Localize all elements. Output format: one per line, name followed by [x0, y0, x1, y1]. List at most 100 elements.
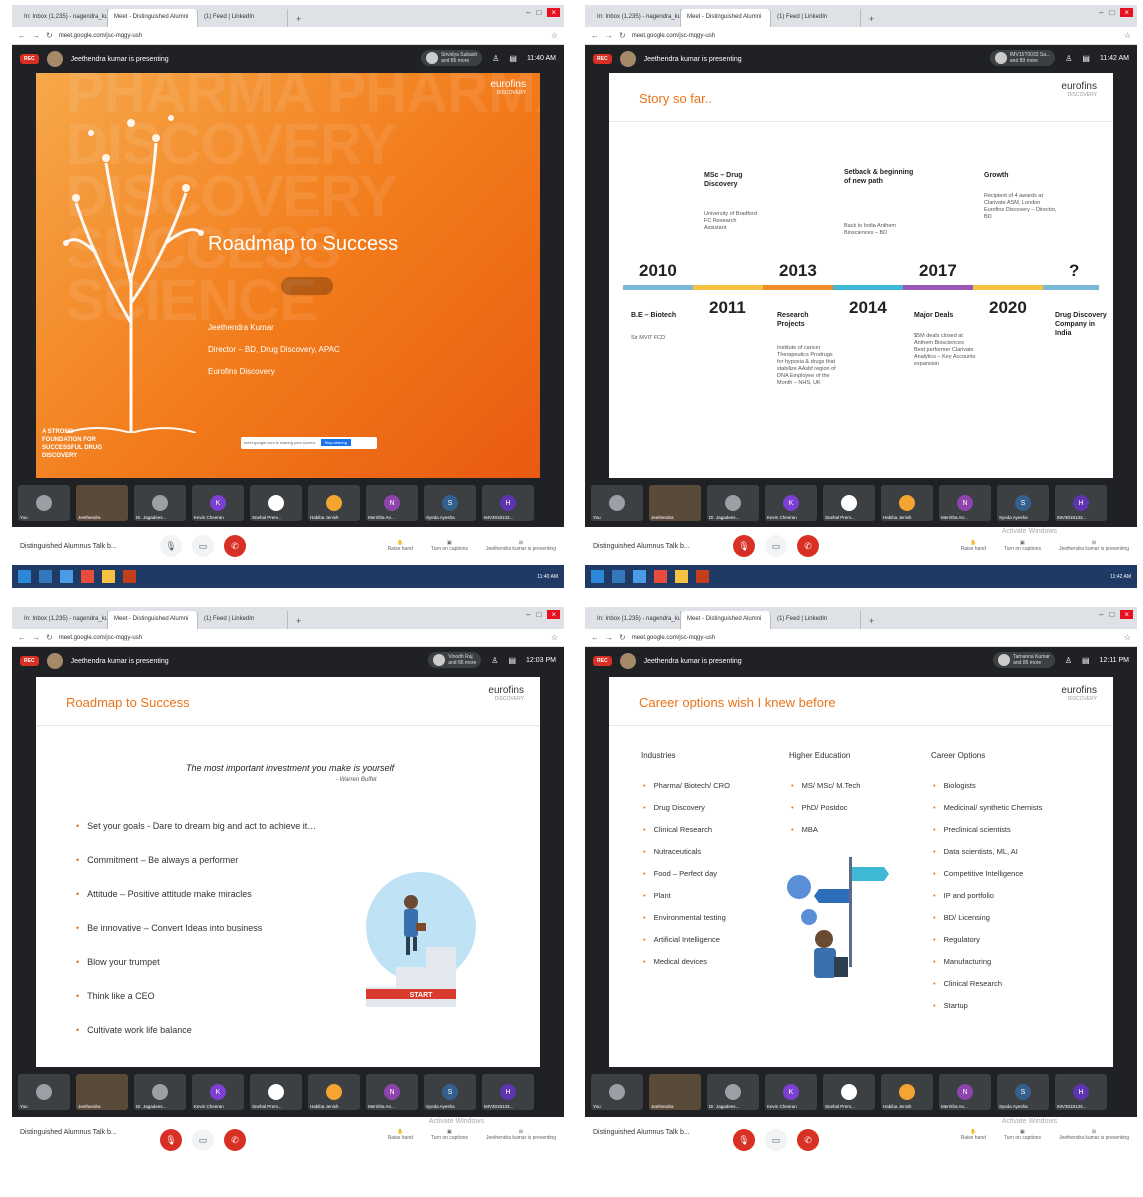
participant-tile[interactable]: K Kevin Cheeran: [765, 1074, 817, 1110]
windows-start-icon[interactable]: [18, 570, 31, 583]
pdf-icon[interactable]: [123, 570, 136, 583]
meeting-name[interactable]: Distinguished Alumnus Talk b...: [20, 1129, 130, 1136]
forward-icon[interactable]: →: [605, 31, 613, 40]
presenting-button[interactable]: ⊞ Jeethendra kumar is presenting: [1059, 1129, 1129, 1141]
participant-tile[interactable]: Dr. Jagadees...: [707, 1074, 759, 1110]
close-button[interactable]: ×: [1120, 610, 1133, 619]
participant-tile[interactable]: N Merritha An...: [939, 1074, 991, 1110]
browser-tab[interactable]: In: Inbox (1,235) - nagendra_kumar: [18, 9, 108, 27]
reload-icon[interactable]: ↻: [46, 633, 53, 642]
participants-chip[interactable]: Srividya Subash and 86 more: [421, 50, 483, 66]
browser-tab-active[interactable]: Meet - Distinguished Alumni: [681, 9, 771, 27]
participant-tile[interactable]: You: [18, 485, 70, 521]
meeting-name[interactable]: Distinguished Alumnus Talk b...: [593, 543, 703, 550]
chat-icon[interactable]: ▤: [509, 54, 517, 63]
maximize-button[interactable]: □: [536, 610, 541, 619]
participant-tile[interactable]: K Kevin Cheeran: [765, 485, 817, 521]
new-tab-button[interactable]: +: [861, 616, 882, 629]
new-tab-button[interactable]: +: [288, 14, 309, 27]
star-icon[interactable]: ☆: [1124, 633, 1131, 642]
mic-off-icon[interactable]: 🎙: [733, 1129, 755, 1151]
raise-hand-button[interactable]: ✋ Raise hand: [388, 540, 413, 552]
browser-tab[interactable]: (1) Feed | LinkedIn: [771, 611, 861, 629]
participant-tile[interactable]: Habiba Jenish: [881, 1074, 933, 1110]
participant-tile[interactable]: N Merritha An...: [939, 485, 991, 521]
mic-off-icon[interactable]: 🎙: [733, 535, 755, 557]
presenting-button[interactable]: ⊞ Jeethendra kumar is presenting: [1059, 540, 1129, 552]
folder-icon[interactable]: [675, 570, 688, 583]
new-tab-button[interactable]: +: [288, 616, 309, 629]
folder-icon[interactable]: [102, 570, 115, 583]
slide-controls[interactable]: [281, 277, 333, 295]
participant-tile[interactable]: Snehal Prem...: [250, 1074, 302, 1110]
back-icon[interactable]: ←: [18, 633, 26, 642]
reload-icon[interactable]: ↻: [619, 31, 626, 40]
participant-tile[interactable]: Dr. Jagadees...: [707, 485, 759, 521]
url-field[interactable]: meet.google.com/jsc-mqgy-ush: [59, 635, 545, 641]
hang-up-button[interactable]: ✆: [797, 535, 819, 557]
browser-tab[interactable]: In: Inbox (1,235) - nagendra_kumar: [18, 611, 108, 629]
raise-hand-button[interactable]: ✋ Raise hand: [388, 1129, 413, 1141]
participants-chip[interactable]: Vinodh Raj and 86 more: [428, 652, 482, 668]
pdf-icon[interactable]: [696, 570, 709, 583]
participant-tile[interactable]: H IMV3018133...: [1055, 485, 1107, 521]
url-field[interactable]: meet.google.com/jsc-mqgy-ush: [632, 33, 1118, 39]
mic-off-icon[interactable]: 🎙: [160, 1129, 182, 1151]
participant-tile[interactable]: Jeethendra: [76, 485, 128, 521]
browser-tab-active[interactable]: Meet - Distinguished Alumni: [108, 611, 198, 629]
minimize-button[interactable]: –: [1099, 8, 1103, 17]
participant-tile[interactable]: S Syeda Ayesha: [997, 485, 1049, 521]
camera-icon[interactable]: ▭: [765, 1129, 787, 1151]
browser-tab[interactable]: (1) Feed | LinkedIn: [198, 9, 288, 27]
participant-tile[interactable]: Dr. Jagadees...: [134, 1074, 186, 1110]
close-button[interactable]: ×: [1120, 8, 1133, 17]
star-icon[interactable]: ☆: [551, 633, 558, 642]
chrome-icon[interactable]: [81, 570, 94, 583]
participant-tile[interactable]: K Kevin Cheeran: [192, 485, 244, 521]
participant-tile[interactable]: Habiba Jenish: [881, 485, 933, 521]
ie-icon[interactable]: [612, 570, 625, 583]
maximize-button[interactable]: □: [1109, 8, 1114, 17]
participant-tile[interactable]: Snehal Prem...: [823, 1074, 875, 1110]
chrome-icon[interactable]: [654, 570, 667, 583]
participant-tile[interactable]: Dr. Jagadees...: [134, 485, 186, 521]
participant-tile[interactable]: S Syeda Ayesha: [424, 485, 476, 521]
participant-tile[interactable]: Snehal Prem...: [250, 485, 302, 521]
people-icon[interactable]: ♙: [1065, 656, 1072, 665]
explorer-icon[interactable]: [60, 570, 73, 583]
participant-tile[interactable]: You: [591, 1074, 643, 1110]
back-icon[interactable]: ←: [18, 31, 26, 40]
mic-icon[interactable]: 🎙: [160, 535, 182, 557]
participants-chip[interactable]: IMV15T0033 Sa... and 89 more: [989, 50, 1056, 66]
participant-tile[interactable]: You: [591, 485, 643, 521]
captions-button[interactable]: ▣ Turn on captions: [1004, 540, 1041, 552]
participant-tile[interactable]: N Merritha An...: [366, 1074, 418, 1110]
close-button[interactable]: ×: [547, 610, 560, 619]
participant-tile[interactable]: N Merritha An...: [366, 485, 418, 521]
raise-hand-button[interactable]: ✋ Raise hand: [961, 540, 986, 552]
people-icon[interactable]: ♙: [1065, 54, 1072, 63]
hang-up-button[interactable]: ✆: [224, 535, 246, 557]
captions-button[interactable]: ▣ Turn on captions: [431, 1129, 468, 1141]
participant-tile[interactable]: H IMV3018133...: [482, 485, 534, 521]
people-icon[interactable]: ♙: [491, 656, 498, 665]
browser-tab[interactable]: (1) Feed | LinkedIn: [771, 9, 861, 27]
participant-tile[interactable]: H IMV3018133...: [1055, 1074, 1107, 1110]
camera-icon[interactable]: ▭: [765, 535, 787, 557]
forward-icon[interactable]: →: [32, 31, 40, 40]
participant-tile[interactable]: Jeethendra: [76, 1074, 128, 1110]
meeting-name[interactable]: Distinguished Alumnus Talk b...: [593, 1129, 703, 1136]
browser-tab[interactable]: In: Inbox (1,235) - nagendra_kumar: [591, 9, 681, 27]
forward-icon[interactable]: →: [605, 633, 613, 642]
browser-tab[interactable]: In: Inbox (1,235) - nagendra_kumar: [591, 611, 681, 629]
back-icon[interactable]: ←: [591, 633, 599, 642]
url-field[interactable]: meet.google.com/jsc-mqgy-ush: [59, 33, 545, 39]
participant-tile[interactable]: H IMV3018133...: [482, 1074, 534, 1110]
new-tab-button[interactable]: +: [861, 14, 882, 27]
captions-button[interactable]: ▣ Turn on captions: [1004, 1129, 1041, 1141]
participants-chip[interactable]: Tamanna Kumar and 86 more: [993, 652, 1055, 668]
participant-tile[interactable]: Habiba Jenish: [308, 1074, 360, 1110]
camera-icon[interactable]: ▭: [192, 535, 214, 557]
windows-start-icon[interactable]: [591, 570, 604, 583]
presenting-button[interactable]: ⊞ Jeethendra kumar is presenting: [486, 540, 556, 552]
